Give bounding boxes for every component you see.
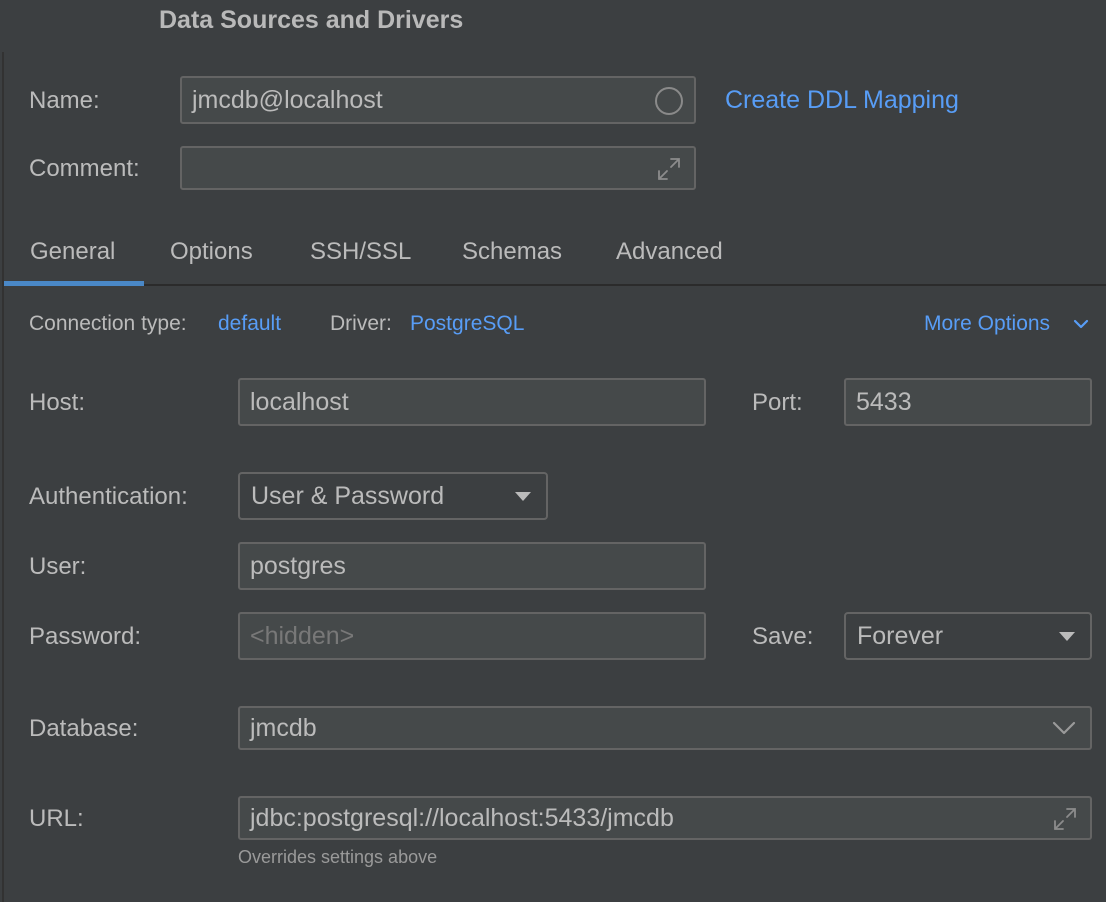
database-combo[interactable]: jmcdb	[238, 706, 1092, 750]
tab-general[interactable]: General	[30, 238, 115, 266]
comment-field[interactable]	[180, 146, 696, 190]
port-value: 5433	[856, 387, 912, 416]
host-value: localhost	[250, 387, 349, 416]
dropdown-arrow-icon	[1058, 631, 1076, 642]
left-divider	[2, 52, 4, 902]
dropdown-arrow-icon	[514, 491, 532, 502]
authentication-label: Authentication:	[29, 483, 188, 510]
host-field[interactable]: localhost	[238, 378, 706, 426]
tabs-divider	[4, 284, 1106, 286]
driver-label: Driver:	[330, 312, 392, 335]
name-label: Name:	[29, 87, 100, 114]
database-value: jmcdb	[250, 713, 317, 742]
save-value: Forever	[857, 621, 944, 650]
comment-label: Comment:	[29, 155, 140, 182]
url-hint: Overrides settings above	[238, 847, 438, 867]
save-label: Save:	[752, 623, 814, 650]
expand-icon[interactable]	[656, 156, 682, 182]
active-tab-indicator	[4, 281, 144, 286]
create-ddl-mapping-link[interactable]: Create DDL Mapping	[725, 86, 959, 115]
tab-advanced[interactable]: Advanced	[616, 238, 723, 266]
authentication-value: User & Password	[251, 481, 445, 510]
password-field[interactable]: <hidden>	[238, 612, 706, 660]
chevron-down-icon[interactable]	[1052, 720, 1076, 736]
more-options-label: More Options	[924, 312, 1051, 335]
name-value: jmcdb@localhost	[192, 85, 383, 114]
name-field[interactable]: jmcdb@localhost	[180, 76, 696, 124]
save-select[interactable]: Forever	[844, 612, 1092, 660]
password-placeholder: <hidden>	[250, 621, 355, 650]
user-field[interactable]: postgres	[238, 542, 706, 590]
port-label: Port:	[752, 389, 803, 416]
tab-schemas[interactable]: Schemas	[462, 238, 562, 266]
authentication-select[interactable]: User & Password	[238, 472, 548, 520]
user-label: User:	[29, 553, 87, 580]
connection-type-label: Connection type:	[29, 312, 187, 335]
circle-icon	[654, 86, 684, 116]
url-value: jdbc:postgresql://localhost:5433/jmcdb	[250, 803, 674, 832]
more-options-link[interactable]: More Options	[924, 312, 1050, 336]
window-title: Data Sources and Drivers	[159, 6, 464, 34]
url-label: URL:	[29, 805, 84, 832]
url-field[interactable]: jdbc:postgresql://localhost:5433/jmcdb	[238, 796, 1092, 840]
tab-options[interactable]: Options	[170, 238, 253, 266]
port-field[interactable]: 5433	[844, 378, 1092, 426]
chevron-down-icon[interactable]	[1073, 317, 1089, 331]
user-value: postgres	[250, 551, 346, 580]
host-label: Host:	[29, 389, 86, 416]
database-label: Database:	[29, 715, 139, 742]
driver-link[interactable]: PostgreSQL	[410, 312, 524, 336]
tab-ssh-ssl[interactable]: SSH/SSL	[310, 238, 411, 266]
connection-type-link[interactable]: default	[218, 312, 281, 336]
password-label: Password:	[29, 623, 142, 650]
expand-icon[interactable]	[1052, 806, 1078, 832]
